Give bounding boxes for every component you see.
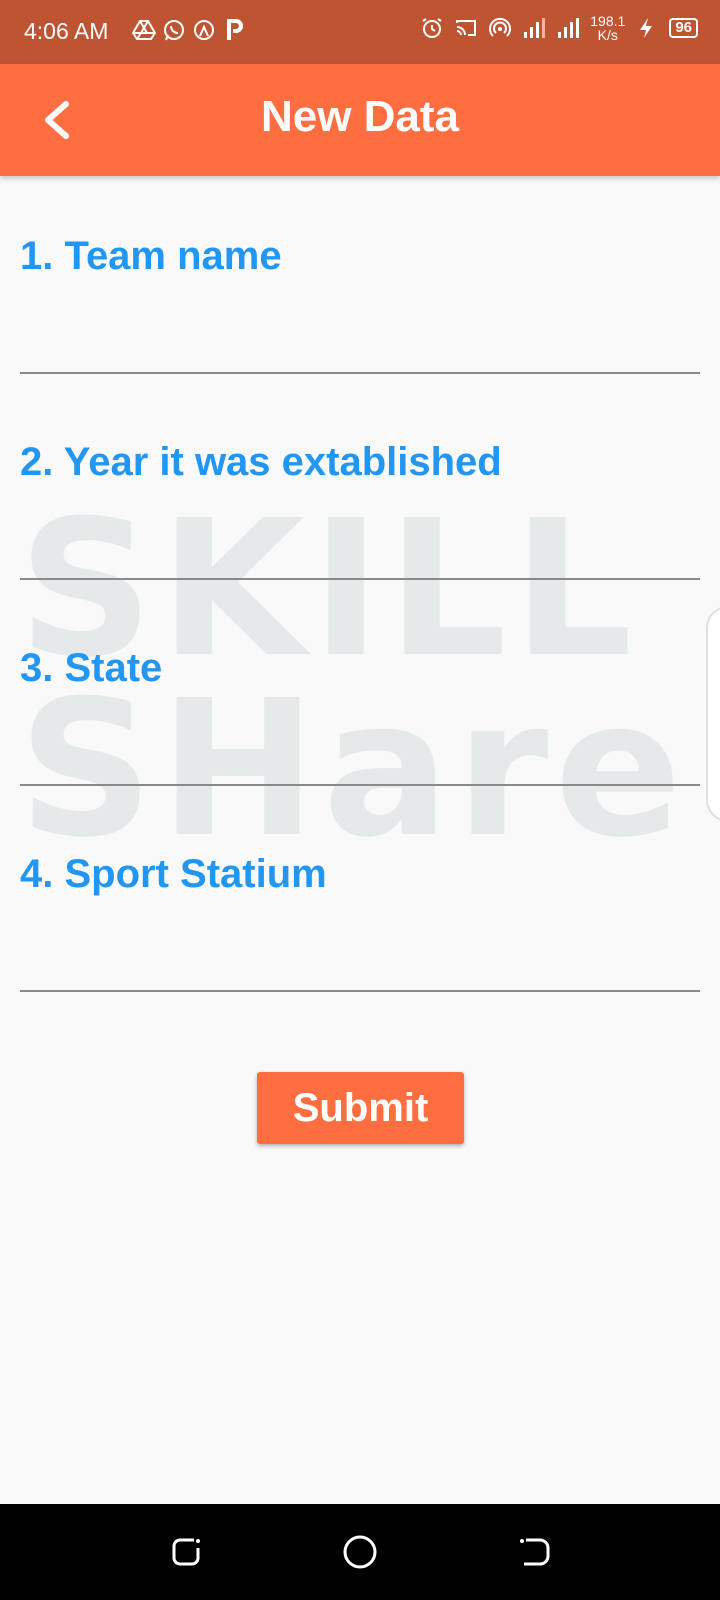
team-name-input[interactable]: [20, 304, 700, 374]
sport-stadium-input[interactable]: [20, 922, 700, 992]
navigation-bar: [0, 1504, 720, 1600]
notification-icons: [132, 18, 246, 42]
drive-icon: [132, 20, 156, 40]
submit-button[interactable]: Submit: [257, 1072, 464, 1144]
charging-icon: [640, 18, 653, 38]
network-speed: 198.1 K/s: [590, 14, 625, 42]
signal-icon: [524, 18, 546, 38]
year-established-field: 2. Year it was extablished: [20, 440, 700, 590]
system-icons: 198.1 K/s 96: [420, 14, 698, 42]
state-field: 3. State: [20, 646, 700, 796]
cast-icon: [456, 20, 477, 36]
airdrop-icon: [194, 20, 214, 40]
network-speed-value: 198.1: [590, 13, 626, 29]
battery-level: 96: [669, 18, 698, 38]
page-title: New Data: [260, 92, 460, 141]
state-input[interactable]: [20, 716, 700, 786]
hotspot-icon: [489, 17, 512, 37]
team-name-field: 1. Team name: [20, 234, 700, 384]
year-established-label: 2. Year it was extablished: [20, 440, 502, 484]
recents-icon[interactable]: [166, 1532, 206, 1572]
app-bar: New Data: [0, 64, 720, 176]
sport-stadium-field: 4. Sport Statium: [20, 852, 700, 1002]
alarm-icon: [422, 18, 442, 38]
back-icon[interactable]: [514, 1532, 554, 1572]
state-label: 3. State: [20, 646, 163, 690]
whatsapp-icon: [164, 20, 184, 41]
home-icon[interactable]: [340, 1532, 380, 1572]
status-time: 4:06 AM: [24, 18, 109, 44]
status-bar: 4:06 AM 198.1 K/s 96: [0, 0, 720, 64]
team-name-label: 1. Team name: [20, 234, 282, 278]
signal-icon: [558, 18, 580, 38]
edge-panel-handle[interactable]: [706, 606, 720, 822]
p-app-icon: [227, 19, 243, 40]
sport-stadium-label: 4. Sport Statium: [20, 852, 327, 896]
network-speed-unit: K/s: [597, 27, 618, 43]
year-established-input[interactable]: [20, 510, 700, 580]
